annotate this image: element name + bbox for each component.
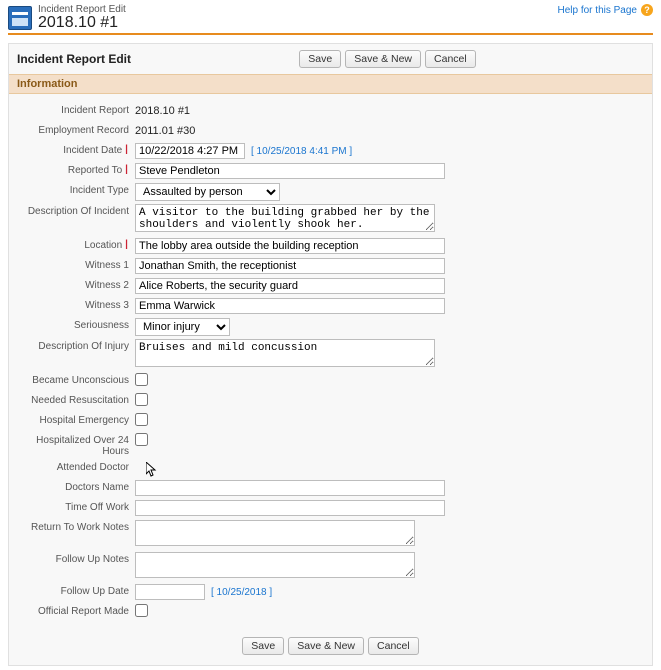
label-return-notes: Return To Work Notes [17, 519, 135, 533]
witness2-input[interactable] [135, 278, 445, 294]
follow-up-notes-textarea[interactable] [135, 552, 415, 578]
label-employment-record: Employment Record [17, 122, 135, 136]
description-incident-textarea[interactable]: A visitor to the building grabbed her by… [135, 204, 435, 232]
label-witness3: Witness 3 [17, 297, 135, 311]
label-follow-up-date: Follow Up Date [17, 583, 135, 597]
page-title: 2018.10 #1 [38, 15, 126, 31]
time-off-work-input[interactable] [135, 500, 445, 516]
witness1-input[interactable] [135, 258, 445, 274]
follow-up-date-today-link[interactable]: [ 10/25/2018 ] [211, 587, 272, 598]
follow-up-date-input[interactable] [135, 584, 205, 600]
required-icon: ┃ [124, 145, 129, 154]
required-icon: ┃ [124, 240, 129, 249]
label-incident-date: Incident Date [63, 145, 122, 156]
value-employment-record: 2011.01 #30 [135, 122, 644, 137]
official-report-checkbox[interactable] [135, 604, 148, 617]
hospital-emergency-checkbox[interactable] [135, 413, 148, 426]
save-and-new-button-bottom[interactable]: Save & New [288, 637, 364, 655]
witness3-input[interactable] [135, 298, 445, 314]
label-hospitalized-24: Hospitalized Over 24 Hours [17, 432, 135, 457]
label-hospital-emergency: Hospital Emergency [17, 412, 135, 426]
label-doctors-name: Doctors Name [17, 479, 135, 493]
header-rule [8, 33, 653, 35]
hospitalized-24-checkbox[interactable] [135, 433, 148, 446]
label-official-report: Official Report Made [17, 603, 135, 617]
save-button-bottom[interactable]: Save [242, 637, 284, 655]
help-for-page-link[interactable]: Help for this Page ? [558, 4, 654, 16]
cancel-button-bottom[interactable]: Cancel [368, 637, 419, 655]
label-reported-to: Reported To [68, 165, 122, 176]
label-incident-report: Incident Report [17, 102, 135, 116]
incident-date-input[interactable] [135, 143, 245, 159]
incident-type-select[interactable]: Assaulted by person [135, 183, 280, 201]
save-button[interactable]: Save [299, 50, 341, 68]
label-became-unconscious: Became Unconscious [17, 372, 135, 386]
required-icon: ┃ [124, 165, 129, 174]
label-time-off-work: Time Off Work [17, 499, 135, 513]
label-description-injury: Description Of Injury [17, 338, 135, 352]
record-type-icon [8, 6, 32, 30]
incident-date-now-link[interactable]: [ 10/25/2018 4:41 PM ] [251, 146, 352, 157]
label-description-incident: Description Of Incident [17, 203, 135, 217]
doctors-name-input[interactable] [135, 480, 445, 496]
save-and-new-button[interactable]: Save & New [345, 50, 421, 68]
description-injury-textarea[interactable]: Bruises and mild concussion [135, 339, 435, 367]
section-information: Information [9, 74, 652, 94]
location-input[interactable] [135, 238, 445, 254]
label-follow-up-notes: Follow Up Notes [17, 551, 135, 565]
value-incident-report: 2018.10 #1 [135, 102, 644, 117]
seriousness-select[interactable]: Minor injury [135, 318, 230, 336]
label-witness1: Witness 1 [17, 257, 135, 271]
reported-to-input[interactable] [135, 163, 445, 179]
label-location: Location [84, 240, 122, 251]
edit-panel: Incident Report Edit Save Save & New Can… [8, 43, 653, 666]
cancel-button[interactable]: Cancel [425, 50, 476, 68]
became-unconscious-checkbox[interactable] [135, 373, 148, 386]
return-notes-textarea[interactable] [135, 520, 415, 546]
panel-heading: Incident Report Edit [17, 52, 131, 66]
needed-resuscitation-checkbox[interactable] [135, 393, 148, 406]
label-attended-doctor: Attended Doctor [17, 459, 135, 473]
label-incident-type: Incident Type [17, 182, 135, 196]
label-witness2: Witness 2 [17, 277, 135, 291]
label-needed-resuscitation: Needed Resuscitation [17, 392, 135, 406]
help-icon: ? [641, 4, 653, 16]
label-seriousness: Seriousness [17, 317, 135, 331]
